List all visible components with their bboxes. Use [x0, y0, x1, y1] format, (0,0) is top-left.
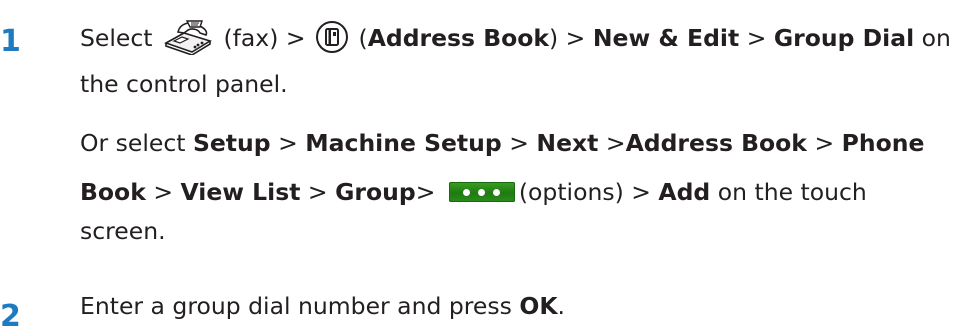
period: .: [557, 292, 566, 320]
line-tail: on: [921, 24, 951, 52]
or-select-text: Or select: [80, 129, 186, 157]
ok-label: OK: [519, 292, 558, 320]
select-text: Select: [80, 24, 153, 52]
address-book-label-2: Address Book: [625, 129, 807, 157]
phone-label: Phone: [841, 129, 925, 157]
book-label: Book: [80, 178, 146, 206]
options-dot: [492, 188, 500, 196]
step-2-text: Enter a group dial number and press: [80, 292, 512, 320]
fax-label: (fax) >: [223, 24, 306, 52]
options-button-icon: [448, 181, 515, 202]
setup-label: Setup: [192, 129, 271, 157]
add-label: Add: [658, 178, 711, 206]
options-dot: [462, 188, 470, 196]
address-book-label: Address Book: [367, 24, 550, 52]
address-book-icon: [315, 20, 349, 54]
step-1-line-1: Select (fax) > (Address Book) > New & Ed…: [80, 19, 951, 56]
options-label: (options) >: [518, 178, 651, 206]
step-1-line-4: Book > View List > Group> (options) > Ad…: [80, 178, 867, 206]
separator: >: [814, 129, 835, 157]
paren-open: (: [358, 24, 368, 52]
separator: >: [509, 129, 529, 157]
view-list-label: View List: [180, 178, 301, 206]
separator: >: [746, 24, 767, 52]
separator: >: [415, 178, 436, 206]
separator: >: [278, 129, 298, 157]
step-number-1: 1: [0, 24, 21, 59]
group-label: Group: [335, 178, 416, 206]
step-1-line-5: screen.: [80, 217, 166, 245]
step-2-line-1: Enter a group dial number and press OK.: [80, 292, 566, 320]
next-label: Next: [536, 129, 599, 157]
step-1-line-2: the control panel.: [80, 70, 288, 98]
machine-setup-label: Machine Setup: [305, 129, 502, 157]
separator: >: [153, 178, 174, 206]
group-dial-label: Group Dial: [773, 24, 915, 52]
after-address-book: ) >: [549, 24, 586, 52]
separator: >: [605, 129, 626, 157]
options-dot: [477, 188, 485, 196]
new-edit-label: New & Edit: [592, 24, 740, 52]
fax-icon: [162, 19, 214, 56]
step-number-2: 2: [0, 299, 21, 334]
separator: >: [307, 178, 328, 206]
line-tail: on the touch: [717, 178, 867, 206]
step-1-line-3: Or select Setup > Machine Setup > Next >…: [80, 129, 925, 157]
